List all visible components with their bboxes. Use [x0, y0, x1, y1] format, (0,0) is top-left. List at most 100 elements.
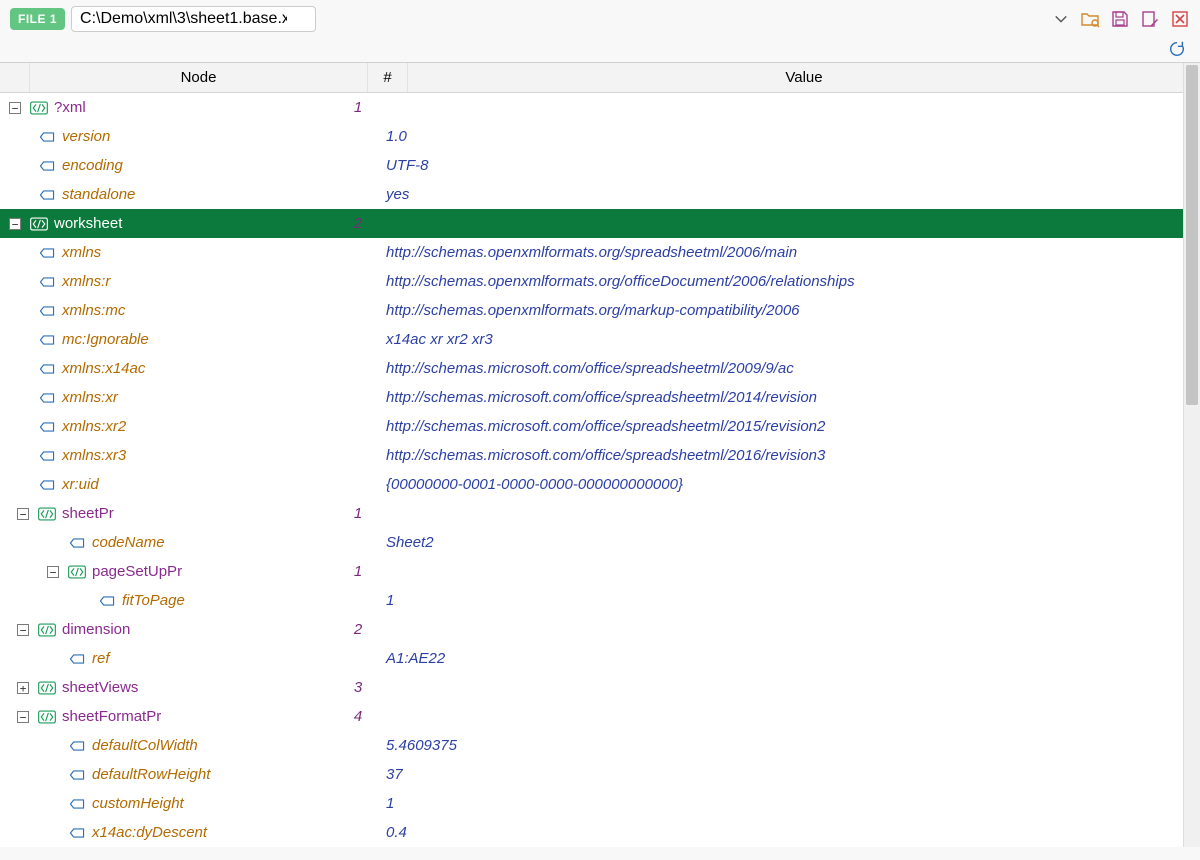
- collapse-icon[interactable]: −: [9, 102, 21, 114]
- node-count: 1: [338, 99, 378, 116]
- header-count-col[interactable]: #: [368, 63, 408, 92]
- header-node-col[interactable]: Node: [30, 63, 368, 92]
- attribute-icon: [68, 826, 86, 840]
- tree-row[interactable]: fitToPage 1: [0, 586, 1200, 615]
- node-count: 2: [338, 621, 378, 638]
- node-value: Sheet2: [378, 534, 1200, 551]
- vertical-scrollbar[interactable]: [1183, 63, 1200, 847]
- tree-row[interactable]: defaultColWidth5.4609375: [0, 731, 1200, 760]
- save-icon[interactable]: [1110, 9, 1130, 29]
- node-name: xmlns:xr3: [62, 447, 126, 464]
- tree-row[interactable]: version1.0: [0, 122, 1200, 151]
- attribute-icon: [38, 478, 56, 492]
- element-icon: [68, 565, 86, 579]
- node-value: A1:AE22: [378, 650, 1200, 667]
- grid-header: Node # Value: [0, 63, 1200, 93]
- node-value: {00000000-0001-0000-0000-000000000000}: [378, 476, 1200, 493]
- tree-row[interactable]: xmlns:x14achttp://schemas.microsoft.com/…: [0, 354, 1200, 383]
- collapse-icon[interactable]: −: [9, 218, 21, 230]
- file-path-input[interactable]: [71, 6, 316, 32]
- node-name: sheetPr: [62, 505, 114, 522]
- attribute-icon: [68, 768, 86, 782]
- element-icon: [38, 681, 56, 695]
- node-value: http://schemas.openxmlformats.org/markup…: [378, 302, 1200, 319]
- attribute-icon: [38, 333, 56, 347]
- node-name: pageSetUpPr: [92, 563, 182, 580]
- close-icon[interactable]: [1170, 9, 1190, 29]
- tree-row[interactable]: −?xml1: [0, 93, 1200, 122]
- collapse-icon[interactable]: −: [17, 624, 29, 636]
- node-name: xmlns: [62, 244, 101, 261]
- tree-row[interactable]: +sheetViews3: [0, 673, 1200, 702]
- tree-row[interactable]: customHeight1: [0, 789, 1200, 818]
- node-value: 0.4: [378, 824, 1200, 841]
- node-count: 1: [338, 563, 378, 580]
- tree-row[interactable]: encodingUTF-8: [0, 151, 1200, 180]
- node-name: worksheet: [54, 215, 122, 232]
- tree-row[interactable]: xr:uid {00000000-0001-0000-0000-000000000…: [0, 470, 1200, 499]
- node-count: 2: [338, 215, 378, 232]
- node-value: http://schemas.openxmlformats.org/office…: [378, 273, 1200, 290]
- file-path-wrap: [71, 6, 1074, 32]
- top-toolbar: FILE 1: [0, 0, 1200, 36]
- tree-row[interactable]: xmlns http://schemas.openxmlformats.org/s…: [0, 238, 1200, 267]
- tree-row[interactable]: x14ac:dyDescent0.4: [0, 818, 1200, 847]
- tree-row[interactable]: xmlns:xr3 http://schemas.microsoft.com/of…: [0, 441, 1200, 470]
- header-value-col[interactable]: Value: [408, 63, 1200, 92]
- tree-row[interactable]: refA1:AE22: [0, 644, 1200, 673]
- tree-row[interactable]: −dimension2: [0, 615, 1200, 644]
- header-expander-col: [0, 63, 30, 92]
- attribute-icon: [38, 420, 56, 434]
- tree-row[interactable]: − worksheet 2: [0, 209, 1200, 238]
- node-value: http://schemas.openxmlformats.org/spread…: [378, 244, 1200, 261]
- attribute-icon: [38, 130, 56, 144]
- tree-row[interactable]: − pageSetUpPr 1: [0, 557, 1200, 586]
- node-value: http://schemas.microsoft.com/office/spre…: [378, 389, 1200, 406]
- attribute-icon: [68, 536, 86, 550]
- node-name: codeName: [92, 534, 165, 551]
- tree-row[interactable]: standaloneyes: [0, 180, 1200, 209]
- node-name: defaultColWidth: [92, 737, 198, 754]
- node-name: xmlns:mc: [62, 302, 125, 319]
- attribute-icon: [98, 594, 116, 608]
- collapse-icon[interactable]: −: [47, 566, 59, 578]
- attribute-icon: [68, 797, 86, 811]
- chevron-down-icon: [1054, 12, 1068, 26]
- edit-icon[interactable]: [1140, 9, 1160, 29]
- sub-toolbar: [0, 36, 1200, 62]
- node-value: http://schemas.microsoft.com/office/spre…: [378, 447, 1200, 464]
- node-value: http://schemas.microsoft.com/office/spre…: [378, 360, 1200, 377]
- node-name: xr:uid: [62, 476, 99, 493]
- node-value: x14ac xr xr2 xr3: [378, 331, 1200, 348]
- expand-icon[interactable]: +: [17, 682, 29, 694]
- attribute-icon: [38, 449, 56, 463]
- tree-row[interactable]: codeName Sheet2: [0, 528, 1200, 557]
- element-icon: [38, 507, 56, 521]
- node-name: mc:Ignorable: [62, 331, 149, 348]
- attribute-icon: [68, 739, 86, 753]
- tree-row[interactable]: defaultRowHeight37: [0, 760, 1200, 789]
- node-name: encoding: [62, 157, 123, 174]
- tree-row[interactable]: − sheetPr 1: [0, 499, 1200, 528]
- node-name: fitToPage: [122, 592, 185, 609]
- collapse-icon[interactable]: −: [17, 508, 29, 520]
- node-name: xmlns:r: [62, 273, 110, 290]
- node-name: customHeight: [92, 795, 184, 812]
- refresh-icon[interactable]: [1168, 40, 1186, 58]
- tree-row[interactable]: −sheetFormatPr4: [0, 702, 1200, 731]
- tree-row[interactable]: xmlns:xrhttp://schemas.microsoft.com/off…: [0, 383, 1200, 412]
- toolbar-icons: [1080, 9, 1190, 29]
- scrollbar-thumb[interactable]: [1186, 65, 1198, 405]
- tree-row[interactable]: xmlns:mc http://schemas.openxmlformats.or…: [0, 296, 1200, 325]
- tree-row[interactable]: mc:Ignorable x14ac xr xr2 xr3: [0, 325, 1200, 354]
- node-value: 1: [378, 592, 1200, 609]
- node-value: 1.0: [378, 128, 1200, 145]
- node-value: yes: [378, 186, 1200, 203]
- attribute-icon: [38, 275, 56, 289]
- tree-row[interactable]: xmlns:r http://schemas.openxmlformats.org…: [0, 267, 1200, 296]
- browse-folder-icon[interactable]: [1080, 9, 1100, 29]
- node-count: 1: [338, 505, 378, 522]
- collapse-icon[interactable]: −: [17, 711, 29, 723]
- tree-row[interactable]: xmlns:xr2http://schemas.microsoft.com/of…: [0, 412, 1200, 441]
- node-count: 4: [338, 708, 378, 725]
